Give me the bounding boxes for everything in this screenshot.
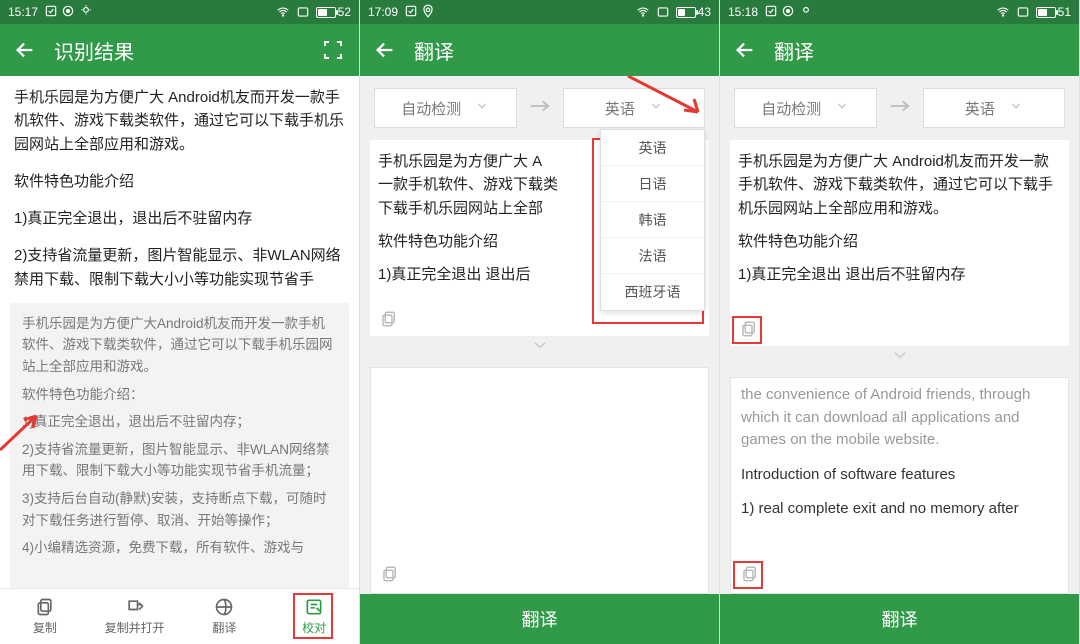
para-3: 1)真正完全退出，退出后不驻留内存 — [14, 207, 345, 230]
card-icon — [1016, 5, 1030, 19]
card-icon — [296, 5, 310, 19]
source-language-select[interactable]: 自动检测 — [374, 88, 517, 128]
back-icon[interactable] — [374, 39, 396, 61]
battery-text: 52 — [338, 5, 351, 19]
chevron-down-icon — [1009, 99, 1023, 117]
battery-text: 43 — [698, 5, 711, 19]
src-p3: 1)真正完全退出 退出后不驻留内存 — [738, 263, 1061, 286]
header-title: 翻译 — [414, 36, 454, 65]
src-p2: 软件特色功能介绍 — [738, 230, 1061, 253]
battery-indicator: 52 — [316, 5, 351, 19]
language-row: 自动检测 英语 — [720, 76, 1079, 140]
tab-translate[interactable]: 翻译 — [180, 589, 270, 644]
header-title: 翻译 — [774, 36, 814, 65]
out-p2: 1) real complete exit and no memory afte… — [741, 498, 1058, 521]
copy-icon[interactable] — [378, 308, 400, 330]
arrow-right-icon — [525, 98, 555, 118]
language-dropdown: 英语 日语 韩语 法语 西班牙语 — [600, 129, 705, 311]
para-2: 软件特色功能介绍 — [14, 170, 345, 193]
app-header: 翻译 — [720, 24, 1079, 76]
expand-divider[interactable] — [720, 346, 1079, 369]
out-p0: the convenience of Android friends, thro… — [741, 384, 1058, 452]
panel-p5: 3)支持后台自动(静默)安装，支持断点下载，可随时对下载任务进行暂停、取消、开始… — [22, 488, 337, 531]
status-time: 15:17 — [8, 5, 38, 19]
translate-button-label: 翻译 — [882, 606, 918, 632]
expand-divider[interactable] — [360, 336, 719, 359]
bottom-tabs: 复制 复制并打开 翻译 校对 — [0, 588, 359, 644]
para-4: 2)支持省流量更新，图片智能显示、非WLAN网络禁用下载、限制下载大小小等功能实… — [14, 244, 345, 291]
panel-p2: 软件特色功能介绍： — [22, 384, 337, 406]
output-text-box[interactable]: the convenience of Android friends, thro… — [730, 377, 1069, 594]
tab-copy[interactable]: 复制 — [0, 589, 90, 644]
status-icons-left — [44, 4, 93, 21]
out-p1: Introduction of software features — [741, 464, 1058, 487]
src-p1: 手机乐园是为方便广大 Android机友而开发一款手机软件、游戏下载类软件，通过… — [738, 150, 1061, 220]
lang-option-spanish[interactable]: 西班牙语 — [601, 274, 704, 310]
lang-option-korean[interactable]: 韩语 — [601, 202, 704, 238]
battery-text: 51 — [1058, 5, 1071, 19]
status-time: 17:09 — [368, 5, 398, 19]
copy-icon[interactable] — [739, 563, 761, 585]
arrow-right-icon — [885, 98, 915, 118]
source-language-label: 自动检测 — [401, 98, 461, 119]
lang-option-french[interactable]: 法语 — [601, 238, 704, 274]
tab-copy-open[interactable]: 复制并打开 — [90, 589, 180, 644]
target-language-select[interactable]: 英语 — [923, 88, 1066, 128]
panel-p3: 1)真正完全退出，退出后不驻留内存； — [22, 411, 337, 433]
tab-proofread-label: 校对 — [302, 619, 326, 636]
target-language-label: 英语 — [965, 98, 995, 119]
status-time: 15:18 — [728, 5, 758, 19]
source-language-label: 自动检测 — [761, 98, 821, 119]
target-language-label: 英语 — [605, 98, 635, 119]
status-bar: 17:09 43 — [360, 0, 719, 24]
tab-copy-label: 复制 — [33, 619, 57, 636]
header-title: 识别结果 — [54, 36, 134, 65]
battery-indicator: 43 — [676, 5, 711, 19]
back-icon[interactable] — [14, 39, 36, 61]
status-bar: 15:18 51 — [720, 0, 1079, 24]
language-row: 自动检测 英语 英语 日语 韩语 法语 西班牙语 — [360, 76, 719, 140]
lang-option-japanese[interactable]: 日语 — [601, 166, 704, 202]
wifi-icon — [996, 5, 1010, 19]
panel-p6: 4)小编精选资源，免费下载，所有软件、游戏与 — [22, 537, 337, 559]
status-icons-left — [764, 4, 813, 21]
screen-translate-dropdown: 17:09 43 翻译 自动检测 — [360, 0, 720, 644]
source-text-box[interactable]: 手机乐园是为方便广大 Android机友而开发一款手机软件、游戏下载类软件，通过… — [730, 140, 1069, 346]
panel-p1: 手机乐园是为方便广大Android机友而开发一款手机软件、游戏下载类软件，通过它… — [22, 313, 337, 378]
status-bar: 15:17 52 — [0, 0, 359, 24]
app-header: 翻译 — [360, 24, 719, 76]
screen-recognition-result: 15:17 52 识别结果 手机乐园是为方便广大 Andr — [0, 0, 360, 644]
para-1: 手机乐园是为方便广大 Android机友而开发一款手机软件、游戏下载类软件，通过… — [14, 86, 345, 156]
comparison-panel: 手机乐园是为方便广大Android机友而开发一款手机软件、游戏下载类软件，通过它… — [10, 303, 349, 588]
screen-translate-result: 15:18 51 翻译 自动检测 — [720, 0, 1080, 644]
chevron-down-icon — [649, 99, 663, 117]
app-header: 识别结果 — [0, 24, 359, 76]
copy-icon[interactable] — [379, 563, 401, 585]
lang-option-english[interactable]: 英语 — [601, 130, 704, 166]
copy-icon[interactable] — [738, 318, 760, 340]
source-language-select[interactable]: 自动检测 — [734, 88, 877, 128]
status-icons-left — [404, 4, 435, 21]
translate-button[interactable]: 翻译 — [360, 594, 719, 644]
target-language-select[interactable]: 英语 英语 日语 韩语 法语 西班牙语 — [563, 88, 706, 128]
wifi-icon — [636, 5, 650, 19]
output-text-box[interactable] — [370, 367, 709, 594]
battery-indicator: 51 — [1036, 5, 1071, 19]
tab-proofread[interactable]: 校对 — [269, 589, 359, 644]
translate-button-label: 翻译 — [522, 606, 558, 632]
back-icon[interactable] — [734, 39, 756, 61]
panel-p4: 2)支持省流量更新，图片智能显示、非WLAN网络禁用下载、限制下载大小等功能实现… — [22, 439, 337, 482]
tab-translate-label: 翻译 — [212, 619, 236, 636]
chevron-down-icon — [475, 99, 489, 117]
chevron-down-icon — [835, 99, 849, 117]
card-icon — [656, 5, 670, 19]
translate-button[interactable]: 翻译 — [720, 594, 1079, 644]
tab-copy-open-label: 复制并打开 — [105, 619, 165, 636]
scan-icon[interactable] — [321, 38, 345, 62]
recognized-text: 手机乐园是为方便广大 Android机友而开发一款手机软件、游戏下载类软件，通过… — [0, 76, 359, 299]
wifi-icon — [276, 5, 290, 19]
